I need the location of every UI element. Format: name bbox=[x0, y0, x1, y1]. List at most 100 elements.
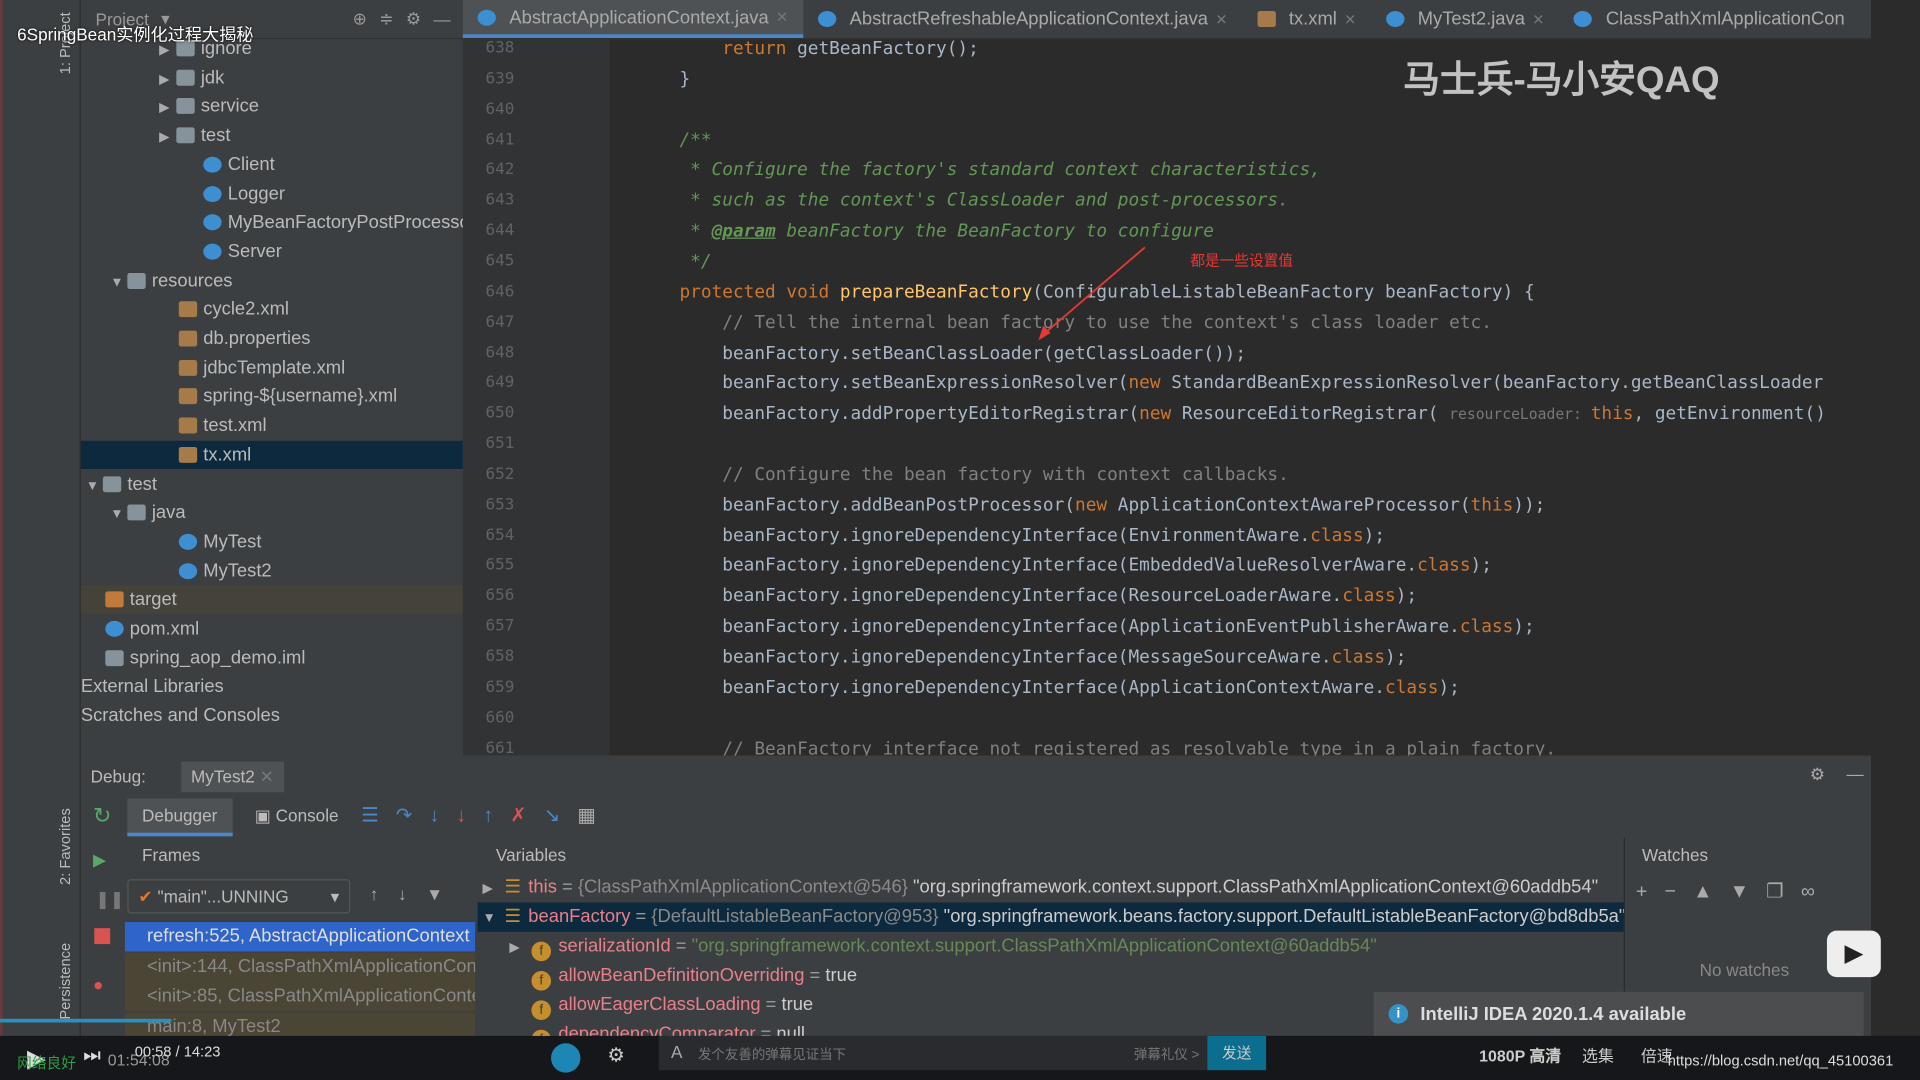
send-button[interactable]: 发送 bbox=[1207, 1035, 1267, 1071]
tree-item[interactable]: Scratches and Consoles bbox=[81, 702, 463, 730]
tree-item[interactable]: test.xml bbox=[81, 412, 463, 440]
rerun-icon[interactable]: ↻ bbox=[93, 803, 111, 829]
expand-arrow-icon[interactable]: ▶ bbox=[509, 933, 531, 961]
code-token: beanFactory.ignoreDependencyInterface(Me… bbox=[636, 647, 1332, 668]
tree-item-label: cycle2.xml bbox=[203, 299, 289, 320]
class-icon bbox=[203, 243, 222, 260]
locate-icon[interactable]: ⊕ bbox=[353, 9, 367, 30]
variable-row[interactable]: ▶ f serializationId = "org.springframework… bbox=[478, 932, 1624, 962]
collapse-arrow-icon[interactable]: ▼ bbox=[86, 472, 103, 500]
close-icon[interactable]: ✕ bbox=[1215, 10, 1227, 27]
stack-frame[interactable]: <init>:144, ClassPathXmlApplicationConte… bbox=[124, 952, 476, 982]
tree-item[interactable]: External Libraries bbox=[81, 673, 463, 701]
close-icon[interactable]: ✕ bbox=[1532, 10, 1544, 27]
copy-icon[interactable]: ❐ bbox=[1766, 882, 1801, 903]
run-to-cursor-icon[interactable]: ↘ bbox=[544, 806, 578, 827]
tab-console[interactable]: ▣ Console bbox=[255, 806, 339, 827]
close-icon[interactable]: ✕ bbox=[776, 9, 788, 26]
variable-row[interactable]: ▶ ☰ this = {ClassPathXmlApplicationContext… bbox=[478, 873, 1624, 902]
move-down-icon[interactable]: ▼ bbox=[1730, 882, 1767, 903]
tree-item[interactable]: ▶ jdk bbox=[81, 63, 463, 91]
tree-item[interactable]: db.properties bbox=[81, 324, 463, 352]
thread-selector[interactable]: ✔ "main"...UNNING ▾ bbox=[127, 879, 351, 914]
minimize-icon[interactable]: — bbox=[1847, 764, 1864, 784]
expand-arrow-icon[interactable]: ▶ bbox=[159, 95, 176, 123]
arrow-up-icon[interactable]: ↑ bbox=[370, 884, 398, 904]
step-into-icon[interactable]: ↓ bbox=[429, 806, 456, 827]
persistence-tool-button[interactable]: Persistence bbox=[56, 943, 73, 1020]
evaluate-icon[interactable]: ▦ bbox=[577, 806, 613, 827]
collapse-arrow-icon[interactable]: ▼ bbox=[110, 269, 127, 297]
tree-item[interactable]: spring_aop_demo.iml bbox=[81, 644, 463, 672]
arrow-down-icon[interactable]: ↓ bbox=[398, 884, 426, 904]
tree-item[interactable]: cycle2.xml bbox=[81, 295, 463, 323]
step-out-icon[interactable]: ↑ bbox=[483, 806, 510, 827]
tree-item[interactable]: spring-${username}.xml bbox=[81, 383, 463, 411]
danmaku-settings-icon[interactable]: ⚙ bbox=[607, 1043, 625, 1067]
expand-arrow-icon[interactable]: ▼ bbox=[482, 904, 504, 932]
next-icon[interactable]: ⏭ bbox=[83, 1046, 101, 1068]
stop-icon[interactable] bbox=[94, 928, 111, 945]
editor-tab[interactable]: MyTest2.java ✕ bbox=[1371, 0, 1559, 38]
tree-item[interactable]: ▼ java bbox=[81, 499, 463, 527]
debug-config-tab[interactable]: MyTest2 ✕ bbox=[181, 761, 284, 793]
stack-frame[interactable]: refresh:525, AbstractApplicationContext bbox=[124, 922, 476, 952]
editor-tab[interactable]: AbstractApplicationContext.java ✕ bbox=[462, 0, 804, 38]
editor-tab[interactable]: AbstractRefreshableApplicationContext.ja… bbox=[803, 0, 1242, 38]
etiquette-link[interactable]: 弹幕礼仪 > bbox=[1134, 1044, 1199, 1064]
expand-arrow-icon[interactable]: ▶ bbox=[159, 124, 176, 152]
progress-bar[interactable] bbox=[0, 1018, 172, 1023]
force-step-into-icon[interactable]: ↓ bbox=[456, 806, 483, 827]
minimize-icon[interactable]: — bbox=[433, 9, 450, 29]
line-number: 647 bbox=[485, 313, 515, 332]
remove-icon[interactable]: − bbox=[1665, 882, 1694, 903]
tree-item[interactable]: MyTest bbox=[81, 528, 463, 556]
drop-frame-icon[interactable]: ✗ bbox=[510, 806, 544, 827]
expand-arrow-icon[interactable]: ▶ bbox=[159, 66, 176, 94]
class-icon bbox=[817, 11, 837, 27]
close-icon[interactable]: ✕ bbox=[1344, 10, 1356, 27]
expand-arrow-icon[interactable]: ▶ bbox=[482, 874, 504, 902]
pause-icon[interactable]: ❚❚ bbox=[96, 889, 125, 910]
glasses-icon[interactable]: ∞ bbox=[1801, 882, 1832, 903]
collapse-arrow-icon[interactable]: ▼ bbox=[110, 501, 127, 529]
gear-icon[interactable]: ⚙ bbox=[406, 9, 421, 30]
variable-row[interactable]: f allowBeanDefinitionOverriding = true bbox=[478, 961, 1624, 991]
gear-icon[interactable]: ⚙ bbox=[1810, 764, 1825, 785]
editor-tab[interactable]: tx.xml ✕ bbox=[1242, 0, 1371, 38]
step-over-icon[interactable]: ↷ bbox=[396, 806, 430, 827]
breakpoints-icon[interactable]: ● bbox=[93, 975, 103, 995]
tree-item[interactable]: target bbox=[80, 585, 463, 614]
danmaku-toggle-icon[interactable] bbox=[551, 1043, 581, 1073]
danmaku-input[interactable]: A 发个友善的弹幕见证当下 弹幕礼仪 > bbox=[658, 1035, 1208, 1071]
editor-tab[interactable]: ClassPathXmlApplicationCon bbox=[1559, 0, 1859, 38]
tree-item[interactable]: ▶ test bbox=[81, 121, 463, 149]
update-notification[interactable]: i IntelliJ IDEA 2020.1.4 available bbox=[1373, 991, 1864, 1036]
tree-item[interactable]: Logger bbox=[81, 179, 463, 207]
tree-item[interactable]: Client bbox=[81, 150, 463, 178]
tree-item[interactable]: pom.xml bbox=[81, 615, 463, 643]
code-editor[interactable]: return getBeanFactory(); } /** * Configu… bbox=[610, 39, 1871, 755]
filter-icon[interactable]: ▼ bbox=[426, 884, 463, 904]
tree-item[interactable]: Server bbox=[81, 237, 463, 265]
tree-item[interactable]: MyBeanFactoryPostProcessor bbox=[81, 208, 476, 236]
quality-button[interactable]: 1080P 高清 bbox=[1479, 1043, 1561, 1066]
stack-frame[interactable]: <init>:85, ClassPathXmlApplicationContex… bbox=[124, 982, 476, 1012]
move-up-icon[interactable]: ▲ bbox=[1693, 882, 1730, 903]
tree-item[interactable]: ▼ test bbox=[81, 470, 463, 498]
equals-sign: = bbox=[760, 994, 782, 1016]
add-icon[interactable]: + bbox=[1636, 882, 1665, 903]
episodes-button[interactable]: 选集 bbox=[1582, 1043, 1614, 1066]
tree-item[interactable]: MyTest2 bbox=[81, 557, 463, 585]
tree-item[interactable]: jdbcTemplate.xml bbox=[81, 353, 463, 381]
collapse-icon[interactable]: ≑ bbox=[379, 9, 393, 30]
show-execution-point-icon[interactable]: ☰ bbox=[361, 806, 396, 827]
tree-item[interactable]: ▼ resources bbox=[81, 266, 463, 294]
favorites-tool-button[interactable]: 2: Favorites bbox=[56, 808, 73, 885]
tree-item[interactable]: ▶ service bbox=[81, 92, 463, 120]
tree-item[interactable]: tx.xml bbox=[80, 440, 463, 469]
tree-item-label: pom.xml bbox=[129, 618, 200, 640]
resume-icon[interactable]: ▶ bbox=[93, 850, 106, 871]
variable-row[interactable]: ▼ ☰ beanFactory = {DefaultListableBeanFact… bbox=[477, 902, 1624, 932]
tab-debugger[interactable]: Debugger bbox=[127, 798, 233, 837]
